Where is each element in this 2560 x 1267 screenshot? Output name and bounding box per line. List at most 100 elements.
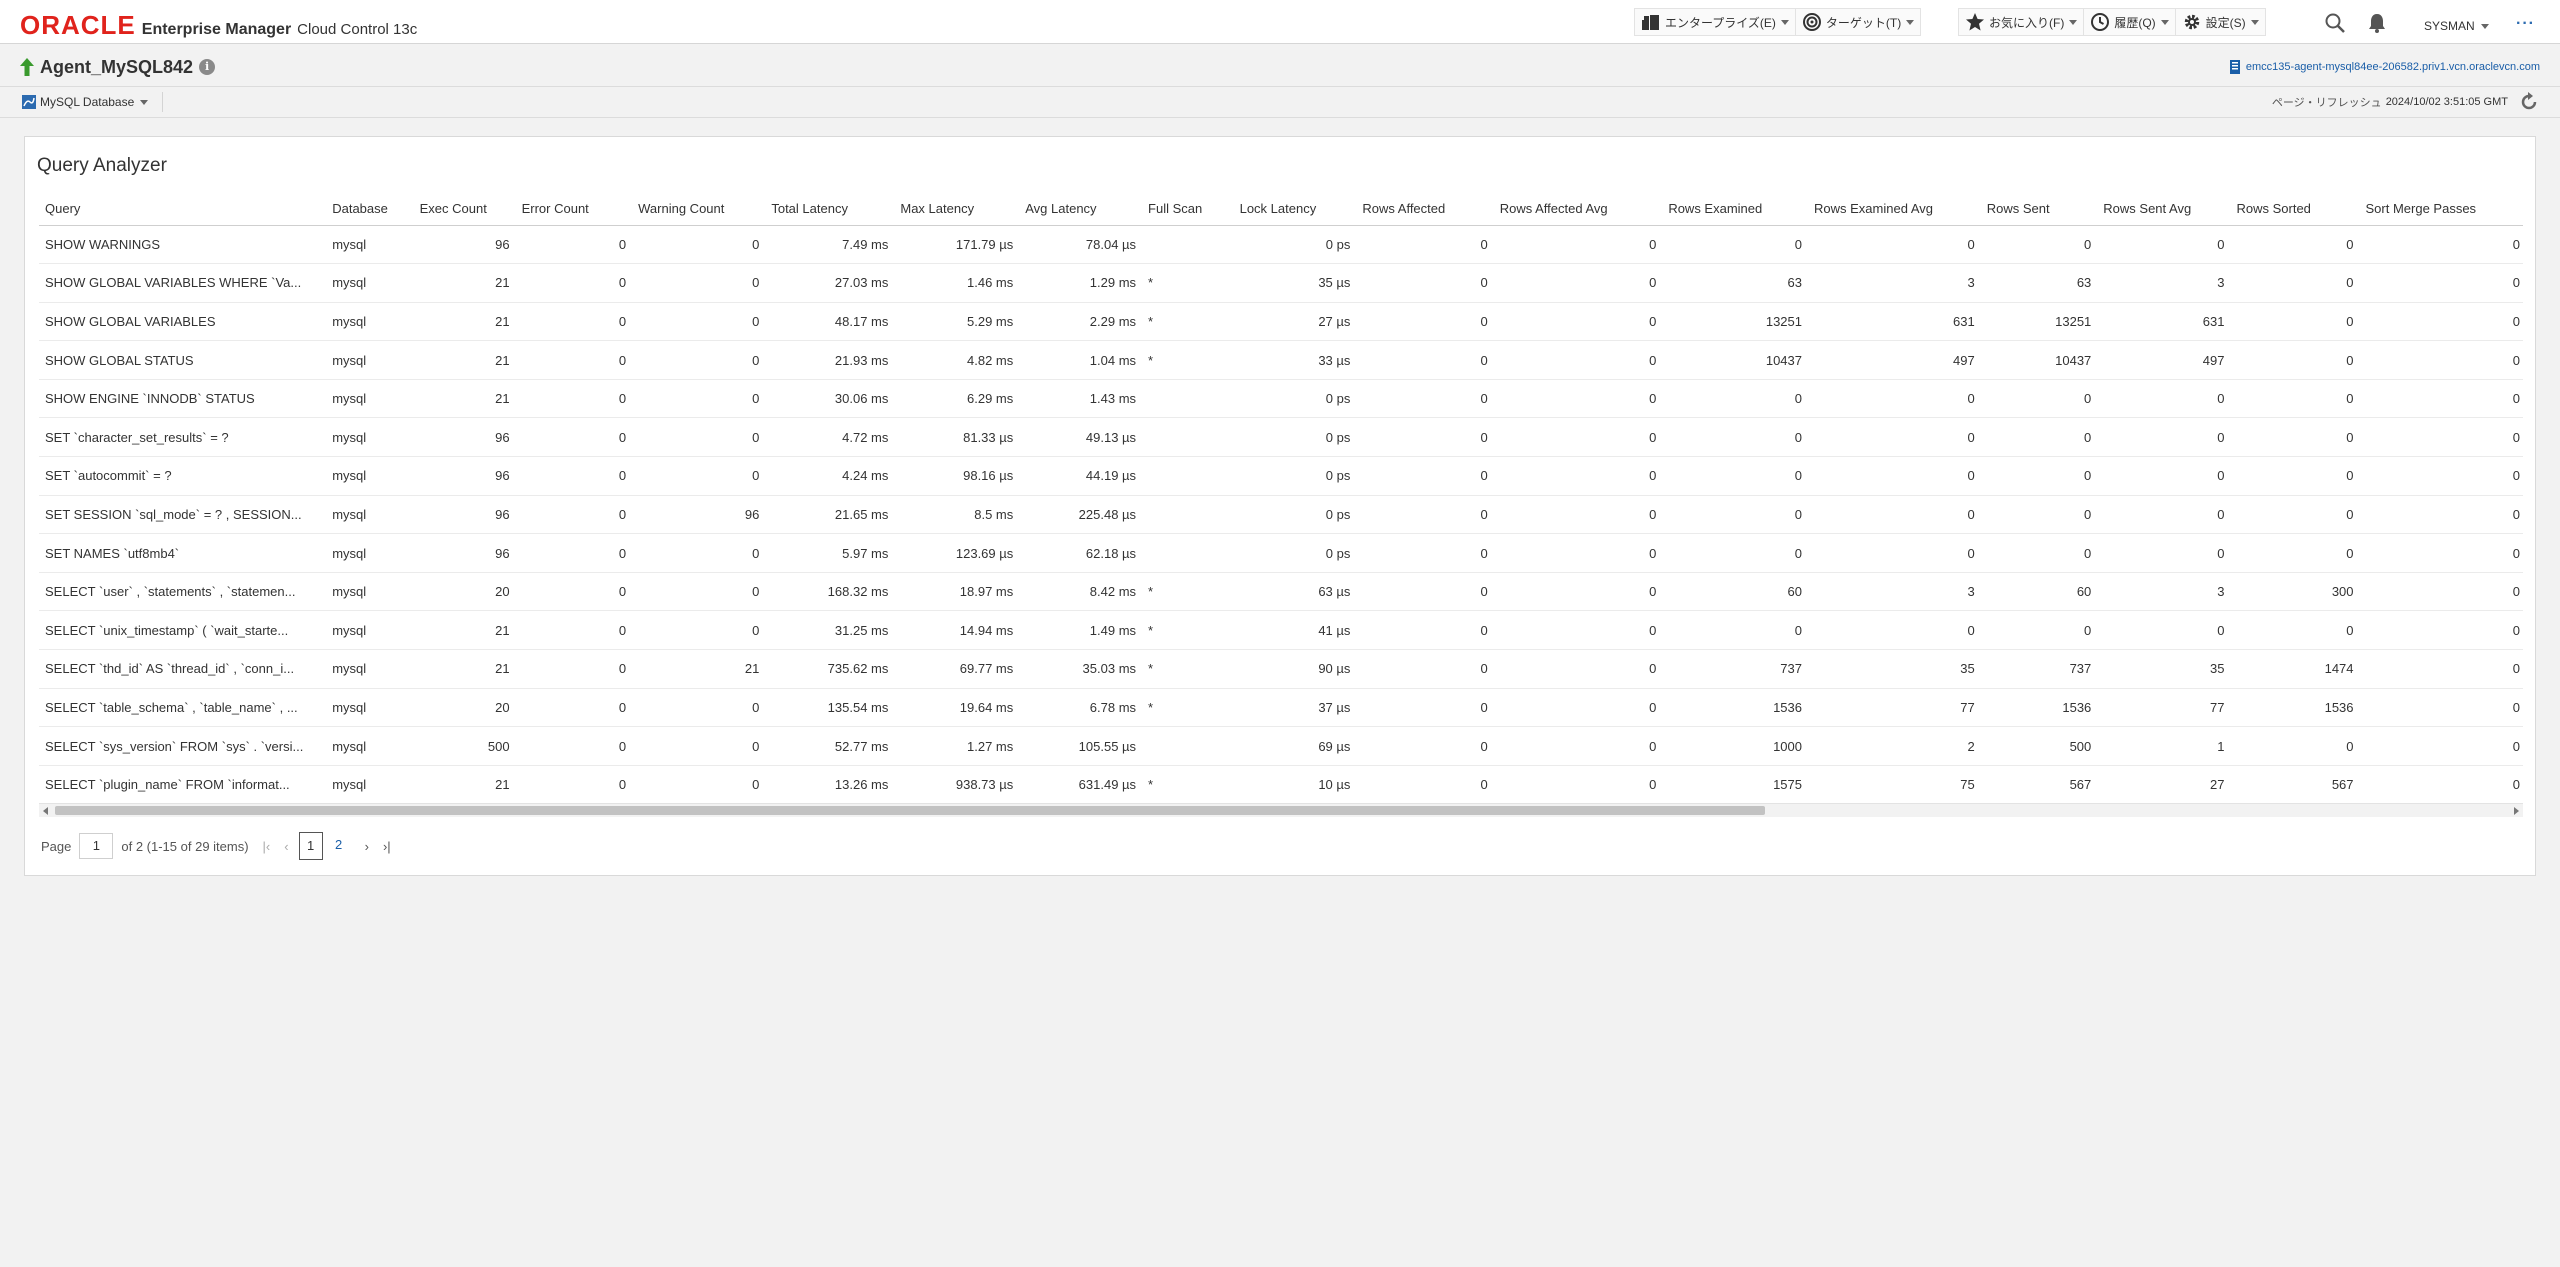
table-cell: 0 xyxy=(1980,456,2098,496)
column-header-lock-latency[interactable]: Lock Latency xyxy=(1233,193,1357,226)
scrollbar-thumb[interactable] xyxy=(55,806,1765,815)
column-header-total-latency[interactable]: Total Latency xyxy=(765,193,895,226)
table-cell: 0 ps xyxy=(1233,225,1357,265)
previous-page-icon[interactable]: ‹ xyxy=(284,839,288,854)
table-row[interactable]: SELECT `unix_timestamp` ( `wait_starte..… xyxy=(39,610,2523,651)
table-row[interactable]: SET NAMES `utf8mb4` mysql 96 0 0 5.97 ms 123.6… xyxy=(39,533,2523,573)
next-page-icon[interactable]: › xyxy=(365,839,369,854)
table-row[interactable]: SHOW ENGINE `INNODB` STATUS mysql 21 0 0 30.0… xyxy=(39,379,2523,419)
horizontal-scrollbar[interactable] xyxy=(39,803,2523,817)
info-icon[interactable]: i xyxy=(199,59,216,75)
query-text-cell[interactable]: SELECT `unix_timestamp` ( `wait_starte..… xyxy=(39,610,327,651)
query-text-cell[interactable]: SHOW GLOBAL VARIABLES WHERE `Va... xyxy=(39,263,327,303)
query-text-cell[interactable]: SET SESSION `sql_mode` = ? , SESSION... xyxy=(39,495,327,535)
column-header-rows-sent-avg[interactable]: Rows Sent Avg xyxy=(2097,193,2231,226)
table-cell: 52.77 ms xyxy=(765,726,895,766)
search-icon[interactable] xyxy=(2324,12,2346,34)
table-cell: mysql xyxy=(326,379,414,419)
query-text-cell[interactable]: SHOW GLOBAL STATUS xyxy=(39,340,327,380)
product-logo[interactable]: ORACLE Enterprise Manager Cloud Control … xyxy=(20,10,417,40)
menu-setup[interactable]: 設定(S) xyxy=(2174,9,2265,35)
query-text-cell[interactable]: SELECT `table_schema` , `table_name` , .… xyxy=(39,688,327,728)
column-header-query[interactable]: Query xyxy=(39,193,327,226)
column-header-database[interactable]: Database xyxy=(326,193,414,226)
table-cell: 8.42 ms xyxy=(1019,572,1143,612)
table-row[interactable]: SHOW GLOBAL VARIABLES mysql 21 0 0 48.17 ms 5.… xyxy=(39,302,2523,342)
table-row[interactable]: SHOW GLOBAL VARIABLES WHERE `Va... mysql 2… xyxy=(39,263,2523,303)
column-header-warning-count[interactable]: Warning Count xyxy=(632,193,766,226)
menu-enterprise[interactable]: エンタープライズ(E) xyxy=(1635,9,1795,35)
refresh-icon[interactable] xyxy=(2518,91,2540,113)
column-header-rows-sorted[interactable]: Rows Sorted xyxy=(2230,193,2360,226)
column-header-full-scan[interactable]: Full Scan xyxy=(1142,193,1234,226)
column-header-rows-sent[interactable]: Rows Sent xyxy=(1980,193,2098,226)
menu-targets[interactable]: ターゲット(T) xyxy=(1794,9,1920,35)
scroll-left-icon[interactable] xyxy=(43,807,48,815)
page-button-1[interactable]: 1 xyxy=(298,832,323,860)
table-row[interactable]: SHOW GLOBAL STATUS mysql 21 0 0 21.93 ms 4.82 … xyxy=(39,340,2523,380)
table-row[interactable]: SELECT `thd_id` AS `thread_id` , `conn_i… xyxy=(39,649,2523,689)
query-text-cell[interactable]: SET `autocommit` = ? xyxy=(39,456,327,496)
page-number-input[interactable]: 1 xyxy=(79,833,114,859)
table-row[interactable]: SET `autocommit` = ? mysql 96 0 0 4.24 ms 98.1… xyxy=(39,456,2523,496)
page-summary: of 2 (1-15 of 29 items) xyxy=(121,838,249,854)
chevron-down-icon xyxy=(2069,19,2078,25)
table-cell: 0 xyxy=(1493,302,1663,342)
table-cell: 0 xyxy=(515,340,633,380)
column-header-exec-count[interactable]: Exec Count xyxy=(413,193,516,226)
chevron-down-icon xyxy=(2250,19,2259,25)
last-page-icon[interactable]: ›| xyxy=(383,839,391,854)
query-text-cell[interactable]: SELECT `user` , `statements` , `statemen… xyxy=(39,572,327,612)
page-button-2[interactable]: 2 xyxy=(327,832,351,860)
query-text-cell[interactable]: SHOW ENGINE `INNODB` STATUS xyxy=(39,379,327,419)
column-header-rows-affected[interactable]: Rows Affected xyxy=(1356,193,1494,226)
first-page-icon[interactable]: |‹ xyxy=(263,839,271,854)
scroll-right-icon[interactable] xyxy=(2514,807,2519,815)
table-cell: 0 xyxy=(2230,379,2360,419)
table-row[interactable]: SET `character_set_results` = ? mysql 96 0 0… xyxy=(39,417,2523,458)
mysql-database-icon xyxy=(22,95,36,109)
column-header-sort-merge-passes[interactable]: Sort Merge Passes xyxy=(2359,193,2523,226)
menu-history[interactable]: 履歴(Q) xyxy=(2083,9,2174,35)
column-header-rows-affected-avg[interactable]: Rows Affected Avg xyxy=(1493,193,1663,226)
table-cell: 5.29 ms xyxy=(894,302,1020,342)
table-cell: 0 xyxy=(1356,302,1494,342)
more-options-icon[interactable]: ··· xyxy=(2516,15,2535,33)
query-text-cell[interactable]: SET NAMES `utf8mb4` xyxy=(39,533,327,573)
table-cell: 5.97 ms xyxy=(765,533,895,573)
query-text-cell[interactable]: SELECT `thd_id` AS `thread_id` , `conn_i… xyxy=(39,649,327,689)
table-cell: 3 xyxy=(2097,572,2231,612)
query-text-cell[interactable]: SHOW GLOBAL VARIABLES xyxy=(39,302,327,342)
clock-icon xyxy=(2091,13,2110,31)
table-cell: 69.77 ms xyxy=(894,649,1020,689)
table-cell: 0 xyxy=(632,340,766,380)
column-header-error-count[interactable]: Error Count xyxy=(515,193,633,226)
table-row[interactable]: SELECT `plugin_name` FROM `informat... my… xyxy=(39,765,2523,801)
column-header-rows-examined[interactable]: Rows Examined xyxy=(1662,193,1808,226)
column-header-max-latency[interactable]: Max Latency xyxy=(894,193,1020,226)
table-cell: 1.43 ms xyxy=(1019,379,1143,419)
table-cell: 0 xyxy=(2230,225,2360,265)
query-text-cell[interactable]: SELECT `sys_version` FROM `sys` . `versi… xyxy=(39,726,327,766)
table-cell: 3 xyxy=(1808,263,1981,303)
bell-icon[interactable] xyxy=(2366,12,2388,34)
menu-favorites[interactable]: お気に入り(F) xyxy=(1959,9,2083,35)
query-text-cell[interactable]: SELECT `plugin_name` FROM `informat... xyxy=(39,765,327,801)
query-text-cell[interactable]: SET `character_set_results` = ? xyxy=(39,417,327,458)
table-cell: mysql xyxy=(326,225,414,265)
table-cell: * xyxy=(1142,610,1234,651)
column-header-avg-latency[interactable]: Avg Latency xyxy=(1019,193,1143,226)
table-cell: 0 xyxy=(1808,610,1981,651)
table-row[interactable]: SET SESSION `sql_mode` = ? , SESSION... m… xyxy=(39,495,2523,535)
host-link[interactable]: emcc135-agent-mysql84ee-206582.priv1.vcn… xyxy=(2229,60,2540,74)
table-row[interactable]: SELECT `table_schema` , `table_name` , .… xyxy=(39,688,2523,728)
table-cell: 1.27 ms xyxy=(894,726,1020,766)
target-type-menu[interactable]: MySQL Database xyxy=(22,92,164,112)
table-row[interactable]: SELECT `user` , `statements` , `statemen… xyxy=(39,572,2523,612)
table-row[interactable]: SHOW WARNINGS mysql 96 0 0 7.49 ms 171.79 µs 78… xyxy=(39,225,2523,265)
user-menu[interactable]: SYSMAN xyxy=(2424,19,2489,33)
column-header-rows-examined-avg[interactable]: Rows Examined Avg xyxy=(1808,193,1981,226)
table-cell: 567 xyxy=(1980,765,2098,801)
table-row[interactable]: SELECT `sys_version` FROM `sys` . `versi… xyxy=(39,726,2523,766)
query-text-cell[interactable]: SHOW WARNINGS xyxy=(39,225,327,265)
